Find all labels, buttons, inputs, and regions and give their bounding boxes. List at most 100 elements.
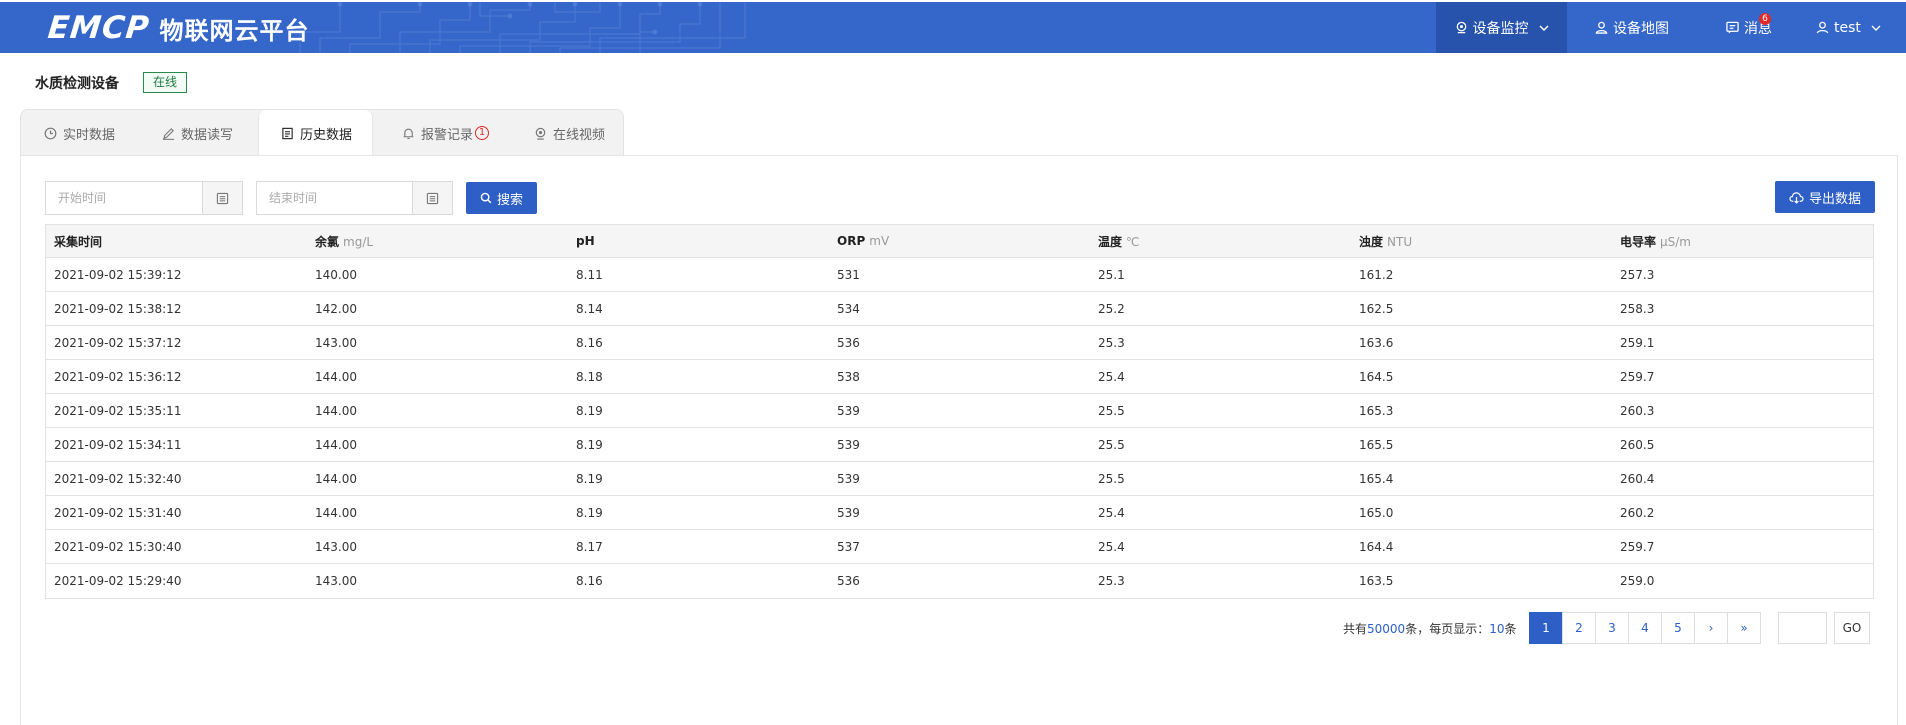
search-icon	[480, 192, 492, 204]
message-icon	[1726, 21, 1739, 34]
page-button-2[interactable]: 2	[1562, 612, 1596, 644]
nav-device-monitor-label: 设备监控	[1472, 20, 1529, 37]
logo-mark: EMCP	[46, 10, 152, 46]
nav-messages[interactable]: 消息 6	[1697, 2, 1801, 53]
tab-data-read-write-label: 数据读写	[181, 127, 234, 143]
page-button-3[interactable]: 3	[1595, 612, 1629, 644]
table-row[interactable]: 2021-09-02 15:37:12 143.00 8.16 536 25.3 163.…	[46, 326, 1873, 360]
start-time-input[interactable]	[46, 182, 202, 214]
table-cell: 143.00	[315, 574, 357, 588]
table-cell: 165.3	[1359, 403, 1394, 418]
table-cell: 2021-09-02 15:39:12	[54, 267, 182, 282]
table-row[interactable]: 2021-09-02 15:39:12 140.00 8.11 531 25.1 161.…	[46, 258, 1873, 292]
tab-alarm-records[interactable]: 报警记录 1	[402, 110, 490, 156]
top-nav: 设备监控 设备地图 消息 6 test	[1436, 2, 1906, 53]
table-cell: 2021-09-02 15:29:40	[54, 574, 182, 588]
table-cell: 163.6	[1359, 335, 1394, 350]
table-cell: 144.00	[315, 505, 357, 520]
table-body: 2021-09-02 15:39:12 140.00 8.11 531 25.1 161.…	[46, 258, 1873, 598]
export-data-button[interactable]: 导出数据	[1775, 181, 1875, 213]
chevron-down-icon	[1539, 25, 1548, 31]
go-button[interactable]: GO	[1834, 612, 1870, 644]
tab-history-data[interactable]: 历史数据	[258, 110, 373, 157]
table-cell: 2021-09-02 15:37:12	[54, 335, 182, 350]
page-button-5[interactable]: 5	[1661, 612, 1695, 644]
table-cell: 8.16	[576, 574, 603, 588]
pagination-summary: 共有50000条，每页显示：10条	[1343, 622, 1517, 636]
table-row[interactable]: 2021-09-02 15:29:40 143.00 8.16 536 25.3 163.…	[46, 564, 1873, 598]
tab-realtime-data[interactable]: 实时数据	[44, 110, 115, 156]
device-name: 水质检测设备	[35, 76, 119, 92]
nav-device-monitor[interactable]: 设备监控	[1436, 2, 1567, 53]
table-cell: 2021-09-02 15:32:40	[54, 471, 182, 486]
message-count-badge: 6	[1759, 13, 1771, 25]
tab-online-video-label: 在线视频	[553, 127, 606, 143]
column-header-ph[interactable]: pH	[568, 234, 829, 248]
top-header: EMCP 物联网云平台 设备监控 设备地图 消息 6 test	[0, 2, 1906, 53]
camera-icon	[535, 127, 546, 140]
nav-user-menu[interactable]: test	[1801, 2, 1906, 53]
column-header-conductivity[interactable]: 电导率 µS/m	[1612, 233, 1873, 250]
table-header-row: 采集时间 余氯 mg/L pH ORP mV 温度 ℃ 浊度 NTU 电导率 µS/m	[46, 225, 1873, 258]
page-button-4[interactable]: 4	[1628, 612, 1662, 644]
clock-icon	[44, 127, 57, 139]
end-calendar-button[interactable]	[412, 182, 452, 214]
calendar-icon	[216, 192, 229, 204]
page-jump-input[interactable]	[1778, 612, 1827, 644]
table-cell: 25.3	[1098, 574, 1125, 588]
last-page-button[interactable]: »	[1727, 612, 1761, 644]
search-button[interactable]: 搜索	[466, 182, 537, 214]
table-cell: 538	[837, 369, 860, 384]
page-button-1[interactable]: 1	[1529, 612, 1563, 644]
user-icon	[1816, 21, 1829, 34]
table-cell: 259.0	[1620, 574, 1655, 588]
table-cell: 260.2	[1620, 505, 1655, 520]
table-cell: 165.4	[1359, 471, 1394, 486]
tab-data-read-write[interactable]: 数据读写	[162, 110, 233, 156]
table-row[interactable]: 2021-09-02 15:31:40 144.00 8.19 539 25.4 165.…	[46, 496, 1873, 530]
column-header-orp[interactable]: ORP mV	[829, 234, 1090, 248]
table-cell: 25.5	[1098, 403, 1125, 418]
column-header-time[interactable]: 采集时间	[46, 233, 307, 250]
table-cell: 8.19	[576, 403, 603, 418]
start-calendar-button[interactable]	[202, 182, 242, 214]
status-badge: 在线	[143, 72, 188, 93]
total-count: 50000	[1367, 622, 1406, 636]
table-cell: 25.3	[1098, 335, 1125, 350]
end-time-input[interactable]	[257, 182, 412, 214]
table-cell: 8.19	[576, 505, 603, 520]
table-cell: 25.4	[1098, 369, 1125, 384]
table-cell: 536	[837, 335, 860, 350]
table-cell: 164.5	[1359, 369, 1394, 384]
table-cell: 144.00	[315, 403, 357, 418]
table-cell: 539	[837, 505, 860, 520]
table-row[interactable]: 2021-09-02 15:32:40 144.00 8.19 539 25.5 165.…	[46, 462, 1873, 496]
column-header-temperature[interactable]: 温度 ℃	[1090, 233, 1351, 250]
table-cell: 144.00	[315, 471, 357, 486]
table-cell: 162.5	[1359, 301, 1394, 316]
chevron-down-icon	[1871, 25, 1881, 31]
nav-device-map[interactable]: 设备地图	[1567, 2, 1697, 53]
nav-user-label: test	[1834, 19, 1861, 36]
table-row[interactable]: 2021-09-02 15:38:12 142.00 8.14 534 25.2 162.…	[46, 292, 1873, 326]
table-cell: 259.7	[1620, 539, 1655, 554]
column-header-turbidity[interactable]: 浊度 NTU	[1351, 233, 1612, 250]
column-header-residual-chlorine[interactable]: 余氯 mg/L	[307, 233, 568, 250]
table-cell: 140.00	[315, 267, 357, 282]
next-page-button[interactable]: ›	[1694, 612, 1728, 644]
table-cell: 2021-09-02 15:35:11	[54, 403, 182, 418]
brand-logo[interactable]: EMCP 物联网云平台	[46, 10, 310, 46]
table-cell: 25.4	[1098, 505, 1125, 520]
table-row[interactable]: 2021-09-02 15:30:40 143.00 8.17 537 25.4 164.…	[46, 530, 1873, 564]
table-row[interactable]: 2021-09-02 15:35:11 144.00 8.19 539 25.5 165.…	[46, 394, 1873, 428]
table-row[interactable]: 2021-09-02 15:36:12 144.00 8.18 538 25.4 164.…	[46, 360, 1873, 394]
table-cell: 8.17	[576, 539, 603, 554]
platform-name: 物联网云平台	[159, 16, 310, 45]
alarm-count-badge: 1	[475, 126, 490, 140]
table-cell: 143.00	[315, 335, 357, 350]
bell-icon	[403, 128, 414, 139]
table-cell: 534	[837, 301, 860, 316]
export-data-label: 导出数据	[1808, 191, 1861, 207]
table-row[interactable]: 2021-09-02 15:34:11 144.00 8.19 539 25.5 165.…	[46, 428, 1873, 462]
tab-online-video[interactable]: 在线视频	[534, 110, 605, 156]
